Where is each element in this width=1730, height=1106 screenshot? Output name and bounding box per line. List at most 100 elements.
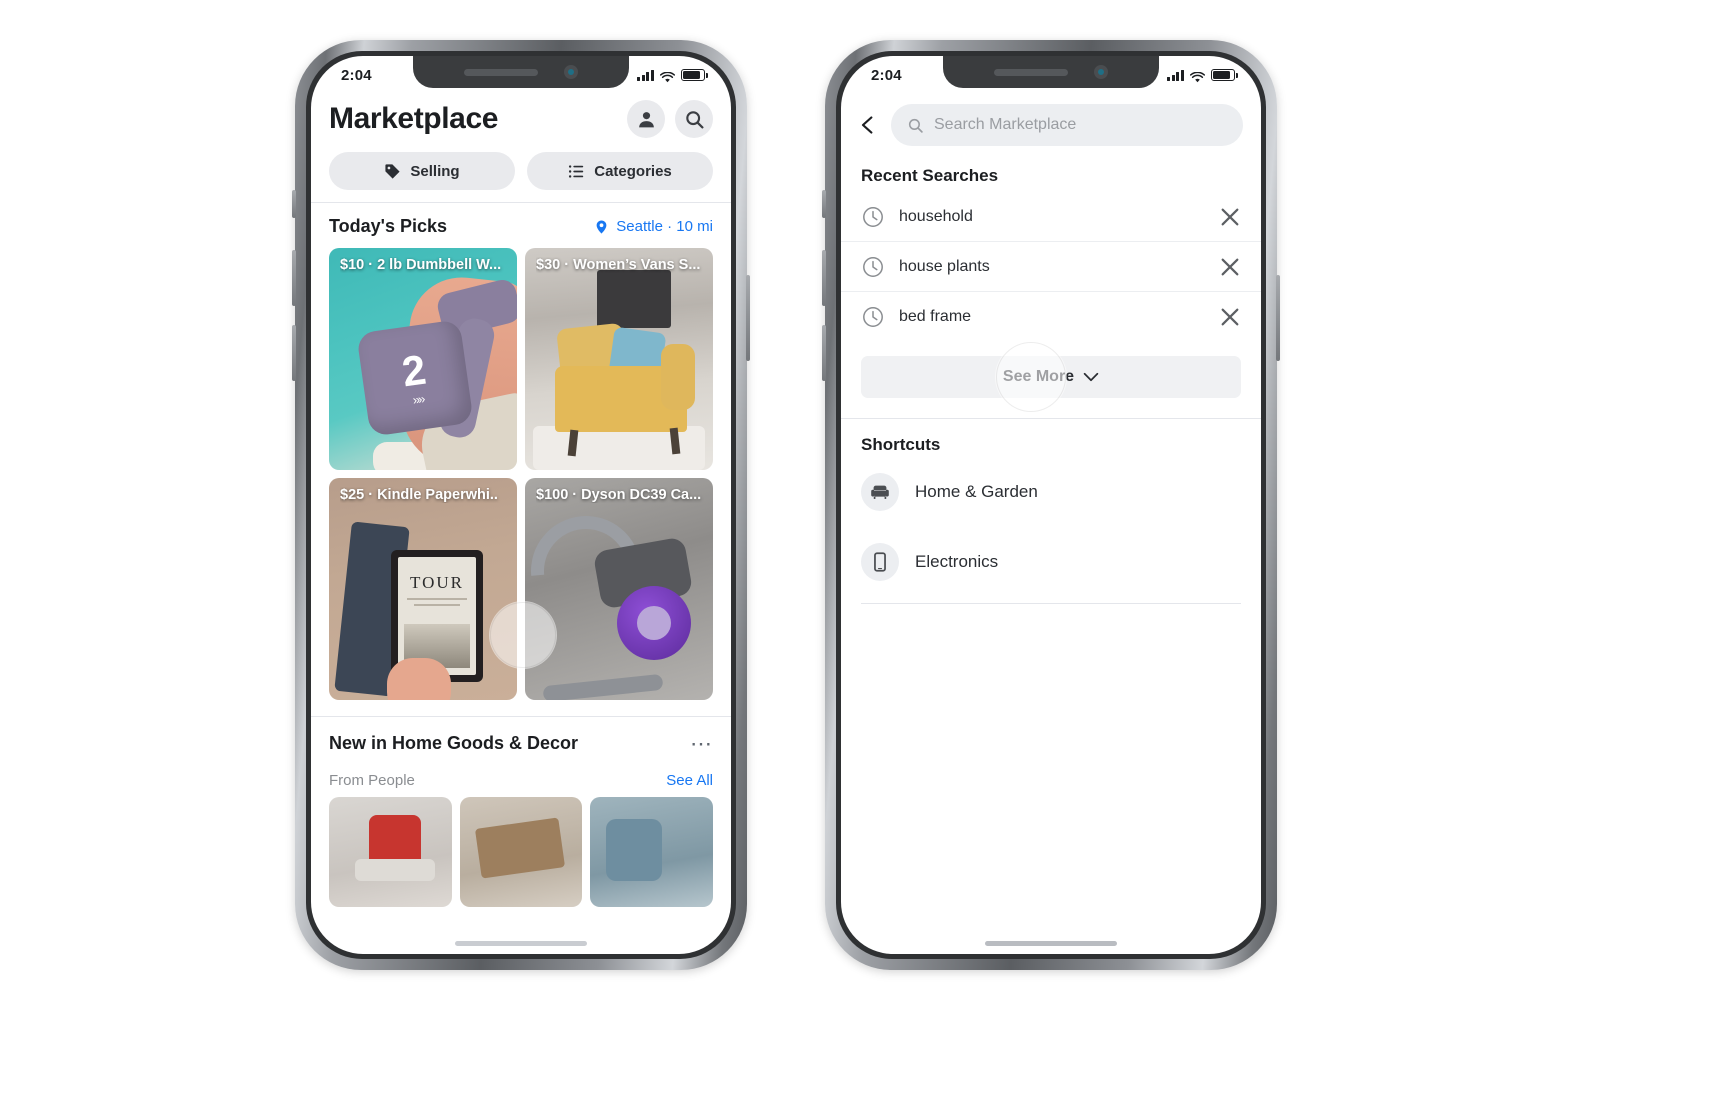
screen-marketplace-search: 2:04 Search Marketplace Recent Searches … [841, 56, 1261, 954]
power-button[interactable] [746, 275, 750, 361]
touch-indicator-left [490, 602, 556, 668]
from-people-label: From People [329, 772, 415, 789]
cellular-signal-icon [637, 69, 654, 81]
close-icon[interactable] [1219, 206, 1241, 228]
touch-indicator-right [996, 342, 1066, 412]
listing-card[interactable]: $100 · Dyson DC39 Ca... [525, 478, 713, 700]
volume-up-button[interactable] [292, 250, 296, 306]
profile-avatar-icon [638, 111, 654, 127]
listing-card[interactable]: 2»» $10 · 2 lb Dumbbell W... [329, 248, 517, 470]
new-section-title: New in Home Goods & Decor [329, 733, 579, 753]
phone-device-right: 2:04 Search Marketplace Recent Searches … [822, 40, 1280, 970]
pill-categories-label: Categories [594, 162, 672, 180]
home-indicator[interactable] [985, 941, 1117, 946]
from-people-row: From People See All [311, 758, 731, 797]
search-header: Search Marketplace [841, 90, 1261, 156]
clock-icon [861, 305, 885, 329]
notch [413, 56, 629, 88]
search-input[interactable]: Search Marketplace [891, 104, 1243, 146]
home-indicator[interactable] [455, 941, 587, 946]
location-pin-icon [596, 220, 607, 233]
battery-icon [681, 69, 708, 81]
front-camera-icon [564, 65, 578, 79]
smartphone-icon [861, 543, 899, 581]
shortcut-row[interactable]: Home & Garden [841, 461, 1261, 523]
ellipsis-icon[interactable]: ⋯ [690, 732, 713, 754]
recent-search-label: house plants [899, 257, 990, 275]
photo-finger [387, 658, 451, 700]
recent-search-row[interactable]: household [841, 192, 1261, 242]
screenshot-root: 2:04 Marketplace Selling Categories Toda… [0, 0, 1730, 1106]
location-label: Seattle · 10 mi [616, 218, 713, 235]
screen-marketplace-home: 2:04 Marketplace Selling Categories Toda… [311, 56, 731, 954]
photo-dyson-ball [617, 586, 691, 660]
status-icons [637, 69, 708, 82]
volume-down-button[interactable] [822, 325, 826, 381]
close-icon[interactable] [1219, 306, 1241, 328]
recent-search-label: bed frame [899, 308, 972, 325]
phone-device-left: 2:04 Marketplace Selling Categories Toda… [292, 40, 750, 970]
listing-label: $30 · Women’s Vans S... [536, 257, 701, 273]
mute-switch[interactable] [292, 190, 296, 218]
thumb-card[interactable] [590, 797, 714, 907]
back-button[interactable] [857, 114, 879, 136]
listing-label: $100 · Dyson DC39 Ca... [536, 487, 702, 503]
volume-down-button[interactable] [292, 325, 296, 381]
volume-up-button[interactable] [822, 250, 826, 306]
status-time: 2:04 [341, 66, 372, 84]
clock-icon [861, 205, 885, 229]
listing-label: $25 · Kindle Paperwhi.. [340, 487, 498, 503]
armchair-icon [861, 473, 899, 511]
filter-pill-row: Selling Categories [311, 142, 731, 202]
list-icon [569, 164, 584, 178]
thumb-card[interactable] [459, 797, 583, 907]
page-title: Marketplace [329, 102, 499, 135]
location-selector[interactable]: Seattle · 10 mi [594, 218, 713, 236]
shortcuts-title: Shortcuts [861, 435, 941, 454]
header-actions [627, 100, 713, 138]
listing-card[interactable]: $30 · Women’s Vans S... [525, 248, 713, 470]
shortcut-label: Electronics [915, 552, 999, 571]
chevron-down-icon [1083, 372, 1099, 382]
clock-icon [861, 255, 885, 279]
new-section-thumbs [311, 797, 731, 907]
close-icon[interactable] [1219, 256, 1241, 278]
status-icons [1167, 69, 1238, 82]
notch [943, 56, 1159, 88]
listing-card[interactable]: TOUR $25 · Kindle Paperwhi.. [329, 478, 517, 700]
battery-icon [1211, 69, 1238, 81]
search-icon [685, 110, 704, 129]
search-placeholder: Search Marketplace [934, 116, 1077, 133]
pill-categories[interactable]: Categories [527, 152, 713, 190]
search-icon [908, 118, 923, 133]
photo-dumbbell-plate: 2»» [356, 319, 474, 437]
recent-search-row[interactable]: bed frame [841, 292, 1261, 342]
see-all-link[interactable]: See All [666, 772, 713, 789]
recent-searches-title: Recent Searches [861, 166, 999, 185]
cellular-signal-icon [1167, 69, 1184, 81]
new-section-header: New in Home Goods & Decor ⋯ [311, 717, 731, 758]
thumb-card[interactable] [329, 797, 452, 907]
listing-label: $10 · 2 lb Dumbbell W... [340, 257, 502, 273]
front-camera-icon [1094, 65, 1108, 79]
shortcuts-bottom-divider [861, 603, 1241, 604]
todays-picks-title: Today's Picks [329, 216, 448, 236]
shortcut-row[interactable]: Electronics [841, 531, 1261, 593]
recent-search-row[interactable]: house plants [841, 242, 1261, 292]
status-time: 2:04 [871, 66, 902, 84]
photo-cabinet [597, 270, 671, 328]
earpiece-speaker [994, 68, 1068, 76]
search-content: Search Marketplace Recent Searches house… [841, 90, 1261, 954]
wifi-icon [1189, 70, 1206, 82]
todays-picks-header: Today's Picks Seattle · 10 mi [311, 203, 731, 248]
profile-avatar-button[interactable] [627, 100, 665, 138]
mute-switch[interactable] [822, 190, 826, 218]
photo-dyson-tube [542, 673, 664, 700]
photo-chair-arm [661, 344, 695, 410]
earpiece-speaker [464, 68, 538, 76]
pill-selling[interactable]: Selling [329, 152, 515, 190]
pill-selling-label: Selling [410, 162, 460, 180]
wifi-icon [659, 70, 676, 82]
search-button[interactable] [675, 100, 713, 138]
power-button[interactable] [1276, 275, 1280, 361]
